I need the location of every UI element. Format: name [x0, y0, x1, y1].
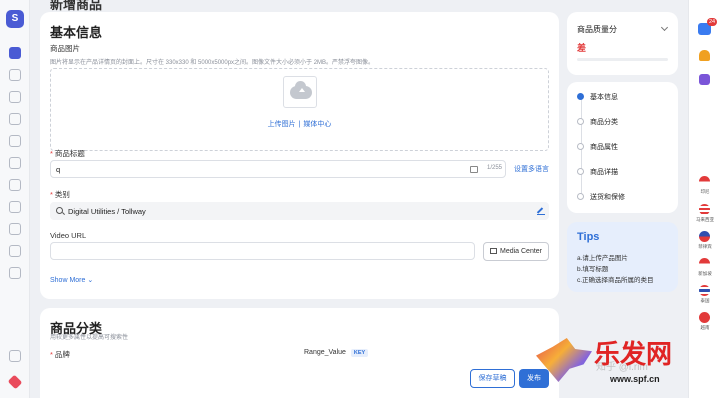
image-upload-area[interactable]: 上传图片 | 媒体中心 — [50, 68, 549, 151]
tips-card: Tips a.请上传产品图片 b.填写标题 c.正确选择商品所属的类目 — [567, 222, 678, 292]
chevron-down-icon[interactable] — [660, 23, 669, 32]
right-toolbar: 24 印尼 马来西亚 菲律宾 新加坡 泰国 越南 — [688, 0, 720, 398]
bull-logo-icon — [536, 338, 592, 382]
quality-bar — [577, 58, 668, 61]
steps-card: 基本信息 商品分类 商品属性 商品详描 送货和保修 — [567, 82, 678, 213]
video-url-input[interactable] — [50, 242, 475, 260]
search-icon — [56, 207, 63, 214]
video-url-label: Video URL — [50, 231, 87, 240]
keyboard-icon[interactable] — [470, 166, 478, 173]
left-sidebar: S — [0, 0, 30, 398]
key-badge: KEY — [350, 349, 369, 357]
app-logo[interactable]: S — [6, 10, 24, 28]
warehouse-nav-icon[interactable] — [9, 201, 21, 213]
upload-image-link[interactable]: 上传图片 — [268, 121, 296, 128]
brand-label: * 品牌 — [50, 350, 70, 359]
edit-icon[interactable] — [537, 207, 545, 215]
range-value-label: Range_Value KEY — [304, 349, 369, 357]
image-icon — [489, 248, 497, 254]
image-hint: 图片将显示在产品详情页的封面上。尺寸在 330x330 和 5000x5000p… — [50, 60, 375, 66]
help-nav-icon[interactable] — [9, 245, 21, 257]
quality-value: 差 — [577, 43, 587, 53]
title-input[interactable]: q 1/255 — [50, 160, 506, 178]
message-nav-icon[interactable] — [9, 157, 21, 169]
logistics-nav-icon[interactable] — [9, 223, 21, 235]
image-label: 商品图片 — [50, 44, 80, 53]
watermark-text: 乐发网 — [594, 340, 673, 370]
tip-item: a.请上传产品图片 — [577, 255, 628, 262]
tip-item: b.填写标题 — [577, 266, 609, 273]
title-counter: 1/255 — [487, 165, 503, 171]
watermark: 知乎 @l.rim 乐发网 www.spf.cn — [536, 330, 686, 398]
product-nav-icon[interactable] — [9, 47, 21, 59]
media-center-link[interactable]: 媒体中心 — [303, 121, 331, 128]
media-center-button[interactable]: Media Center — [483, 242, 549, 261]
analytics-nav-icon[interactable] — [9, 135, 21, 147]
indonesia-flag-icon[interactable] — [699, 176, 710, 187]
set-language-link[interactable]: 设置多语言 — [514, 164, 549, 174]
orders-nav-icon[interactable] — [9, 69, 21, 81]
quality-title: 商品质量分 — [577, 25, 617, 34]
marketing-nav-icon[interactable] — [9, 91, 21, 103]
finance-nav-icon[interactable] — [9, 113, 21, 125]
philippines-flag-icon[interactable] — [699, 231, 710, 242]
quality-score-card: 商品质量分 差 — [567, 12, 678, 75]
upload-links: 上传图片 | 媒体中心 — [267, 121, 332, 128]
singapore-flag-icon[interactable] — [699, 258, 710, 269]
basic-info-heading: 基本信息 — [50, 25, 103, 40]
brand-heart-icon — [7, 374, 23, 390]
thailand-flag-icon[interactable] — [699, 285, 710, 296]
shop-nav-icon[interactable] — [9, 179, 21, 191]
chat-badge: 24 — [707, 18, 717, 26]
tip-item: c.正确选择商品所属的类目 — [577, 277, 654, 284]
bell-icon[interactable] — [699, 50, 710, 61]
category-label: * 类别 — [50, 190, 70, 199]
upload-cloud-icon[interactable] — [283, 76, 317, 108]
malaysia-flag-icon[interactable] — [699, 204, 710, 215]
show-more-link[interactable]: Show More ⌄ — [50, 276, 93, 284]
tips-title: Tips — [577, 231, 600, 243]
account-nav-icon[interactable] — [9, 267, 21, 279]
category-hint: 用较更多属性以提高可搜索性 — [50, 335, 129, 341]
watermark-url: www.spf.cn — [610, 374, 660, 384]
settings-nav-icon[interactable] — [9, 350, 21, 362]
vietnam-flag-icon[interactable] — [699, 312, 710, 323]
save-draft-button[interactable]: 保存草稿 — [470, 369, 515, 388]
title-label: * 商品标题 — [50, 149, 85, 158]
basic-info-card: 基本信息 商品图片 图片将显示在产品详情页的封面上。尺寸在 330x330 和 … — [40, 12, 559, 299]
bag-icon[interactable] — [699, 74, 710, 85]
category-field[interactable]: Digital Utilities / Tollway — [50, 202, 549, 220]
